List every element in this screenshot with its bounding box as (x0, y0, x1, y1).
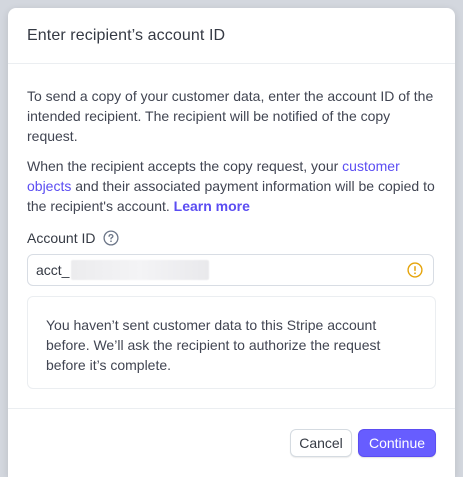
account-id-label: Account ID (27, 230, 96, 246)
dialog-header: Enter recipient’s account ID (8, 8, 455, 64)
intro-text: To send a copy of your customer data, en… (27, 88, 434, 144)
redacted-account-id (71, 260, 210, 280)
account-id-value: acct_ (36, 262, 70, 278)
dialog-footer: Cancel Continue (8, 408, 455, 477)
cancel-button[interactable]: Cancel (290, 429, 352, 457)
learn-more-link[interactable]: Learn more (174, 198, 250, 214)
exclamation-circle-icon (407, 262, 423, 278)
accept-text-pre: When the recipient accepts the copy requ… (27, 158, 343, 174)
continue-button[interactable]: Continue (358, 429, 436, 457)
question-circle-icon[interactable] (103, 230, 120, 246)
dialog-title: Enter recipient’s account ID (27, 26, 226, 44)
account-id-field[interactable]: acct_ (27, 254, 434, 286)
notice-box: You haven’t sent customer data to this S… (27, 296, 436, 389)
dialog-body: To send a copy of your customer data, en… (8, 64, 455, 389)
recipient-account-dialog: Enter recipient’s account ID To send a c… (8, 8, 455, 477)
accept-text: When the recipient accepts the copy requ… (27, 156, 436, 216)
account-id-label-row: Account ID (27, 228, 436, 248)
notice-text: You haven’t sent customer data to this S… (46, 317, 381, 373)
